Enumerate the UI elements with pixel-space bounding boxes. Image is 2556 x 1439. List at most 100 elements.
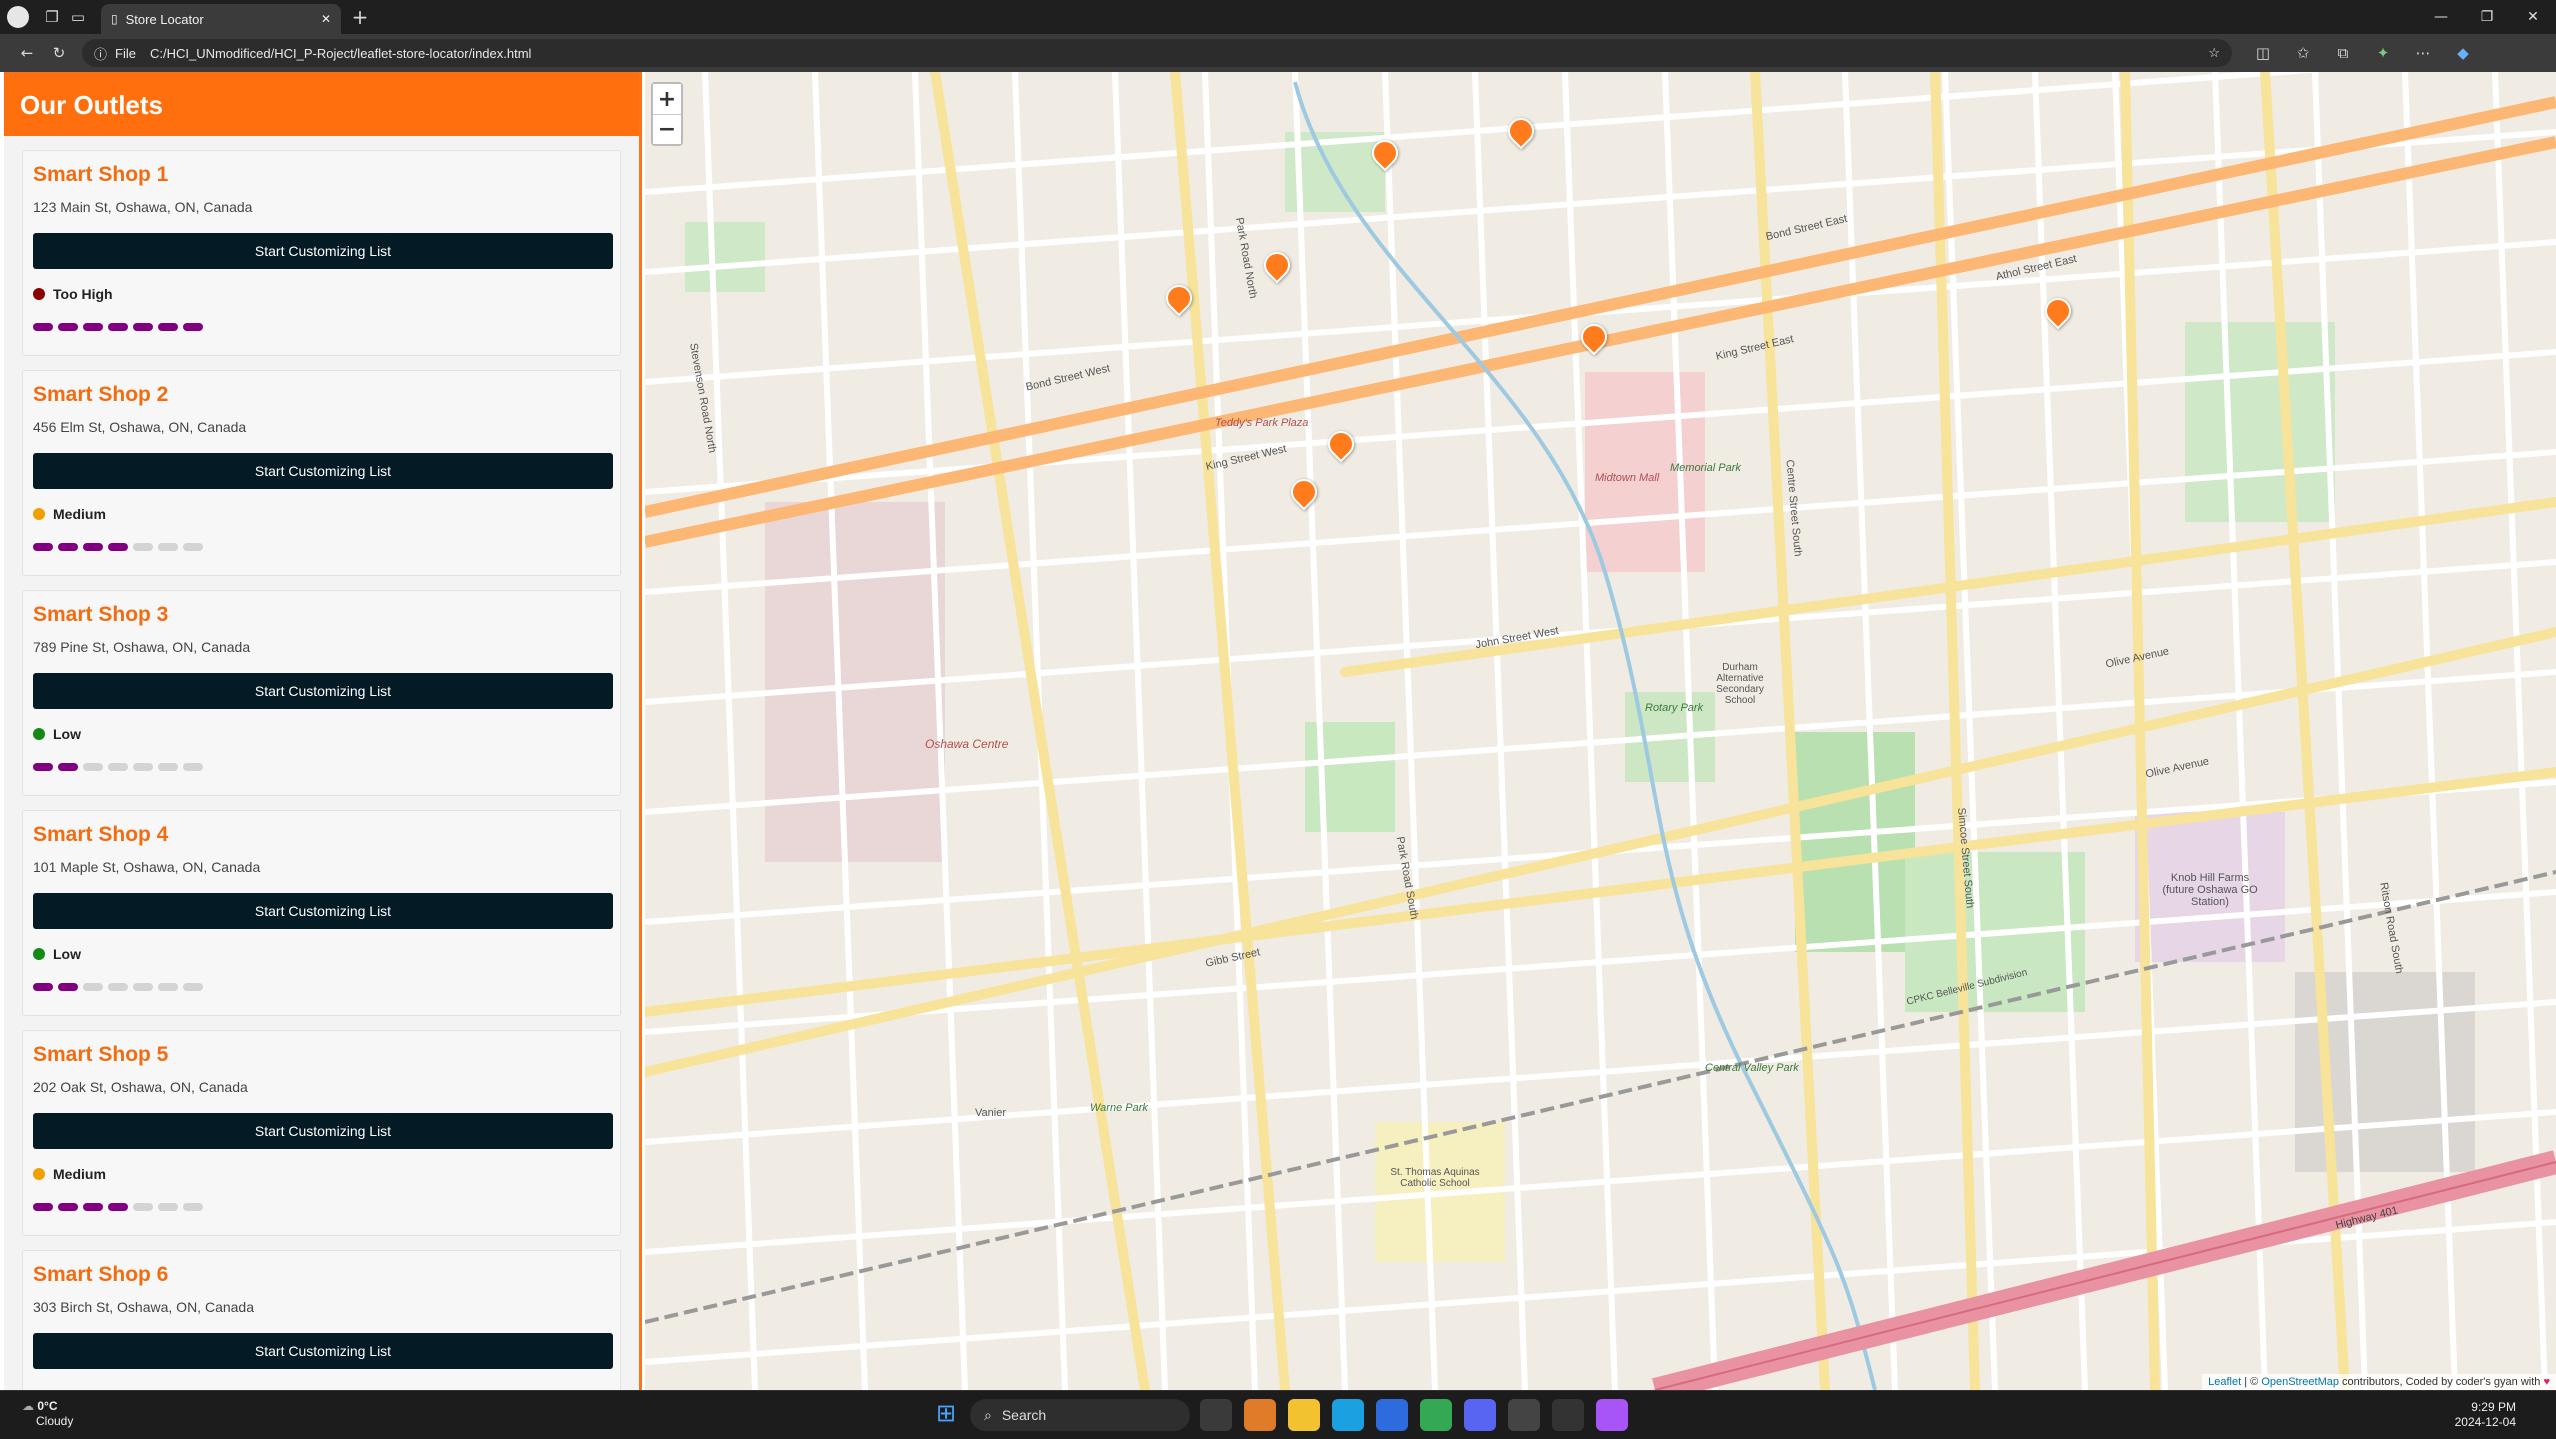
leaflet-link[interactable]: Leaflet (2208, 1376, 2241, 1388)
copilot-icon[interactable]: ◆ (2450, 40, 2476, 66)
shop-card: Smart Shop 2 456 Elm St, Oshawa, ON, Can… (22, 370, 621, 576)
crowd-level-bar (183, 983, 203, 991)
place-label: Durham Alternative Secondary School (1716, 662, 1764, 706)
tab-store-locator[interactable]: ▯ Store Locator ✕ (101, 4, 341, 34)
profile-icon[interactable] (7, 6, 29, 28)
close-window-icon[interactable]: ✕ (2510, 0, 2556, 34)
shop-name[interactable]: Smart Shop 2 (33, 383, 610, 407)
zoom-in-button[interactable]: + (653, 84, 681, 114)
refresh-icon[interactable]: ↻ (46, 40, 72, 66)
place-label: Rotary Park (1645, 702, 1704, 714)
shop-name[interactable]: Smart Shop 6 (33, 1263, 610, 1287)
shop-name[interactable]: Smart Shop 5 (33, 1043, 610, 1067)
shop-card: Smart Shop 5 202 Oak St, Oshawa, ON, Can… (22, 1030, 621, 1236)
crowd-level-bar (158, 983, 178, 991)
crowd-level-bar (108, 983, 128, 991)
start-customizing-button[interactable]: Start Customizing List (33, 893, 613, 929)
start-customizing-button[interactable]: Start Customizing List (33, 1333, 613, 1369)
tab-title: Store Locator (125, 11, 204, 27)
restore-icon[interactable]: ❐ (2464, 0, 2510, 34)
crowd-level-bar (108, 543, 128, 551)
workspaces-icon[interactable]: ❐ (39, 4, 65, 30)
shop-name[interactable]: Smart Shop 4 (33, 823, 610, 847)
map-tiles (645, 72, 2556, 1390)
extension-icon[interactable]: ✦ (2370, 40, 2396, 66)
address-field[interactable]: ⓘ File C:/HCI_UNmodificed/HCI_P-Roject/l… (82, 39, 2232, 67)
place-label: Vanier (975, 1107, 1006, 1119)
shop-name[interactable]: Smart Shop 3 (33, 603, 610, 627)
shop-card: Smart Shop 4 101 Maple St, Oshawa, ON, C… (22, 810, 621, 1016)
app-icon[interactable] (1596, 1399, 1628, 1431)
crowd-status-dot (33, 1168, 45, 1180)
crowd-level-meter (33, 983, 610, 991)
file-explorer-icon[interactable] (1288, 1399, 1320, 1431)
copilot-app-icon[interactable] (1244, 1399, 1276, 1431)
crowd-status-dot (33, 728, 45, 740)
crowd-label: Low (53, 946, 81, 962)
task-view-icon[interactable] (1200, 1399, 1232, 1431)
crowd-level-meter (33, 323, 610, 331)
search-placeholder: Search (1001, 1407, 1047, 1423)
discord-icon[interactable] (1464, 1399, 1496, 1431)
crowd-level-meter (33, 1203, 610, 1211)
terminal-icon[interactable] (1552, 1399, 1584, 1431)
start-customizing-button[interactable]: Start Customizing List (33, 233, 613, 269)
system-clock[interactable]: 9:29 PM 2024-12-04 (2455, 1400, 2516, 1430)
crowd-level-bar (83, 763, 103, 771)
taskbar-search[interactable]: ⌕ Search (970, 1399, 1190, 1431)
store-icon[interactable] (1376, 1399, 1408, 1431)
weather-widget[interactable]: ☁ 0°C Cloudy (22, 1399, 73, 1429)
osm-link[interactable]: OpenStreetMap (2261, 1376, 2339, 1388)
clock-time: 9:29 PM (2471, 1400, 2516, 1414)
zoom-control: + − (651, 82, 683, 146)
shop-list: Smart Shop 1 123 Main St, Oshawa, ON, Ca… (4, 150, 639, 1390)
favorite-star-icon[interactable]: ☆ (2208, 45, 2220, 61)
crowd-level-bar (158, 543, 178, 551)
place-label: Teddy's Park Plaza (1215, 417, 1309, 429)
start-customizing-button[interactable]: Start Customizing List (33, 1113, 613, 1149)
crowd-status-dot (33, 288, 45, 300)
zoom-out-button[interactable]: − (653, 114, 681, 144)
place-label: Oshawa Centre (925, 737, 1009, 751)
new-tab-button[interactable]: + (347, 4, 373, 30)
crowd-level-bar (58, 763, 78, 771)
crowd-level-bar (33, 763, 53, 771)
favorites-icon[interactable]: ✩ (2290, 40, 2316, 66)
edge-icon[interactable] (1332, 1399, 1364, 1431)
vertical-tabs-icon[interactable]: ▭ (65, 4, 91, 30)
split-screen-icon[interactable]: ◫ (2250, 40, 2276, 66)
park-area (685, 222, 765, 292)
outlets-sidebar: Our Outlets Smart Shop 1 123 Main St, Os… (4, 72, 642, 1390)
collections-icon[interactable]: ⧉ (2330, 40, 2356, 66)
start-customizing-button[interactable]: Start Customizing List (33, 453, 613, 489)
cloud-icon: ☁ (22, 1399, 38, 1413)
attribution-text: contributors, Coded by coder's gyan with (2342, 1376, 2541, 1388)
more-menu-icon[interactable]: ⋯ (2410, 40, 2436, 66)
crowd-label: Medium (53, 506, 106, 522)
crowd-level-bar (133, 983, 153, 991)
github-icon[interactable] (1508, 1399, 1540, 1431)
crowd-status: Medium (33, 506, 610, 522)
clock-date: 2024-12-04 (2454, 1415, 2516, 1429)
start-customizing-button[interactable]: Start Customizing List (33, 673, 613, 709)
shop-card: Smart Shop 6 303 Birch St, Oshawa, ON, C… (22, 1250, 621, 1390)
crowd-level-bar (183, 1203, 203, 1211)
place-label: Warne Park (1090, 1102, 1148, 1114)
windows-start-icon[interactable]: ⊞ (930, 1399, 962, 1431)
place-label: Central Valley Park (1705, 1062, 1799, 1074)
crowd-level-bar (133, 763, 153, 771)
chrome-icon[interactable] (1420, 1399, 1452, 1431)
crowd-level-bar (83, 323, 103, 331)
search-icon: ⌕ (984, 1406, 992, 1423)
weather-condition: Cloudy (36, 1414, 74, 1428)
crowd-level-bar (33, 1203, 53, 1211)
crowd-level-bar (58, 1203, 78, 1211)
minimize-icon[interactable]: — (2418, 0, 2464, 34)
store-map[interactable]: Bond Street West Bond Street East King S… (645, 72, 2556, 1390)
back-arrow-icon[interactable]: ← (14, 40, 40, 66)
shop-address: 123 Main St, Oshawa, ON, Canada (33, 199, 253, 215)
shop-address: 789 Pine St, Oshawa, ON, Canada (33, 639, 251, 655)
crowd-level-bar (83, 1203, 103, 1211)
close-tab-icon[interactable]: ✕ (321, 12, 331, 26)
shop-name[interactable]: Smart Shop 1 (33, 163, 610, 187)
